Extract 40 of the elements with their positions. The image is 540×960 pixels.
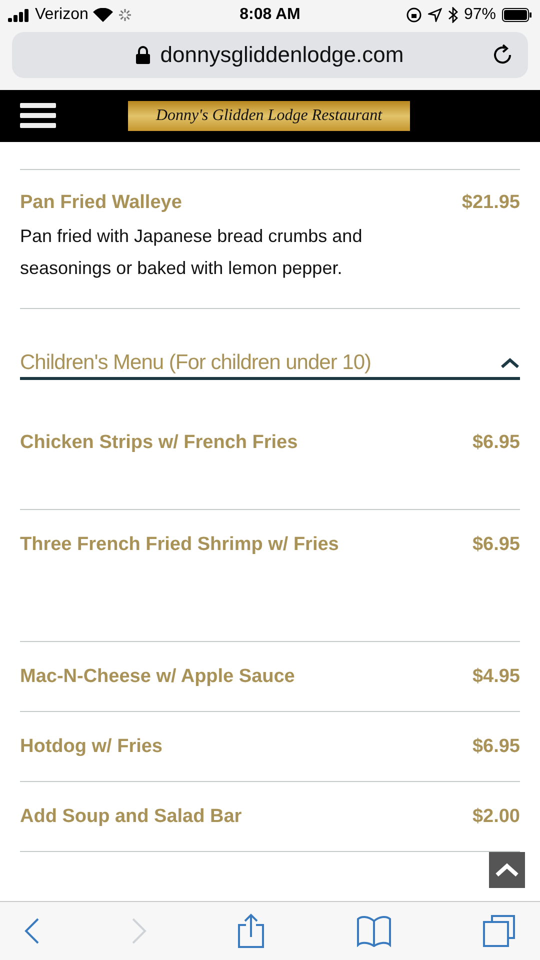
loading-icon [118,8,132,22]
menu-icon[interactable] [20,103,56,129]
wifi-icon [93,8,114,22]
battery-percent: 97% [464,6,496,24]
tabs-button[interactable] [482,914,516,948]
dish-description: Pan fried with Japanese bread crumbs and seasonings or baked with lemon pepper. [20,225,364,280]
dish-name: Pan Fried Walleye [20,192,182,214]
share-button[interactable] [237,913,265,949]
status-time: 8:08 AM [240,6,300,24]
dish-name: Add Soup and Salad Bar [20,806,242,828]
dish-price: $4.95 [472,666,520,688]
dish-price: $21.95 [462,192,520,214]
chevron-icon [500,357,520,369]
site-logo[interactable]: Donny's Glidden Lodge Restaurant [128,101,410,131]
dish-name: Hotdog w/ Fries [20,736,162,758]
dish-price: $6.95 [472,736,520,758]
signal-icon [8,8,30,22]
address-bar[interactable]: donnysgliddenlodge.com [12,32,528,78]
back-button[interactable] [24,918,40,944]
dish-price: $6.95 [472,534,520,556]
lock-icon [136,46,150,64]
location-icon [428,8,442,22]
dish-name: Chicken Strips w/ French Fries [20,432,298,454]
bookmarks-button[interactable] [356,915,392,947]
reload-icon[interactable] [492,44,514,66]
chevron-up-icon [494,862,520,878]
scroll-top-button[interactable] [489,852,525,888]
bluetooth-icon [448,7,458,23]
dish-name: Three French Fried Shrimp w/ Fries [20,534,339,556]
share-icon [237,913,265,949]
book-icon [356,915,392,947]
dish-name: Mac-N-Cheese w/ Apple Sauce [20,666,295,688]
dish-price: $6.95 [472,432,520,454]
battery-icon [502,8,532,22]
carrier-name: Verizon [35,6,88,24]
rotation-lock-icon [406,7,422,23]
forward-icon [130,918,146,944]
dish-price: $2.00 [472,806,520,828]
back-icon [24,918,40,944]
tabs-icon [482,914,516,948]
